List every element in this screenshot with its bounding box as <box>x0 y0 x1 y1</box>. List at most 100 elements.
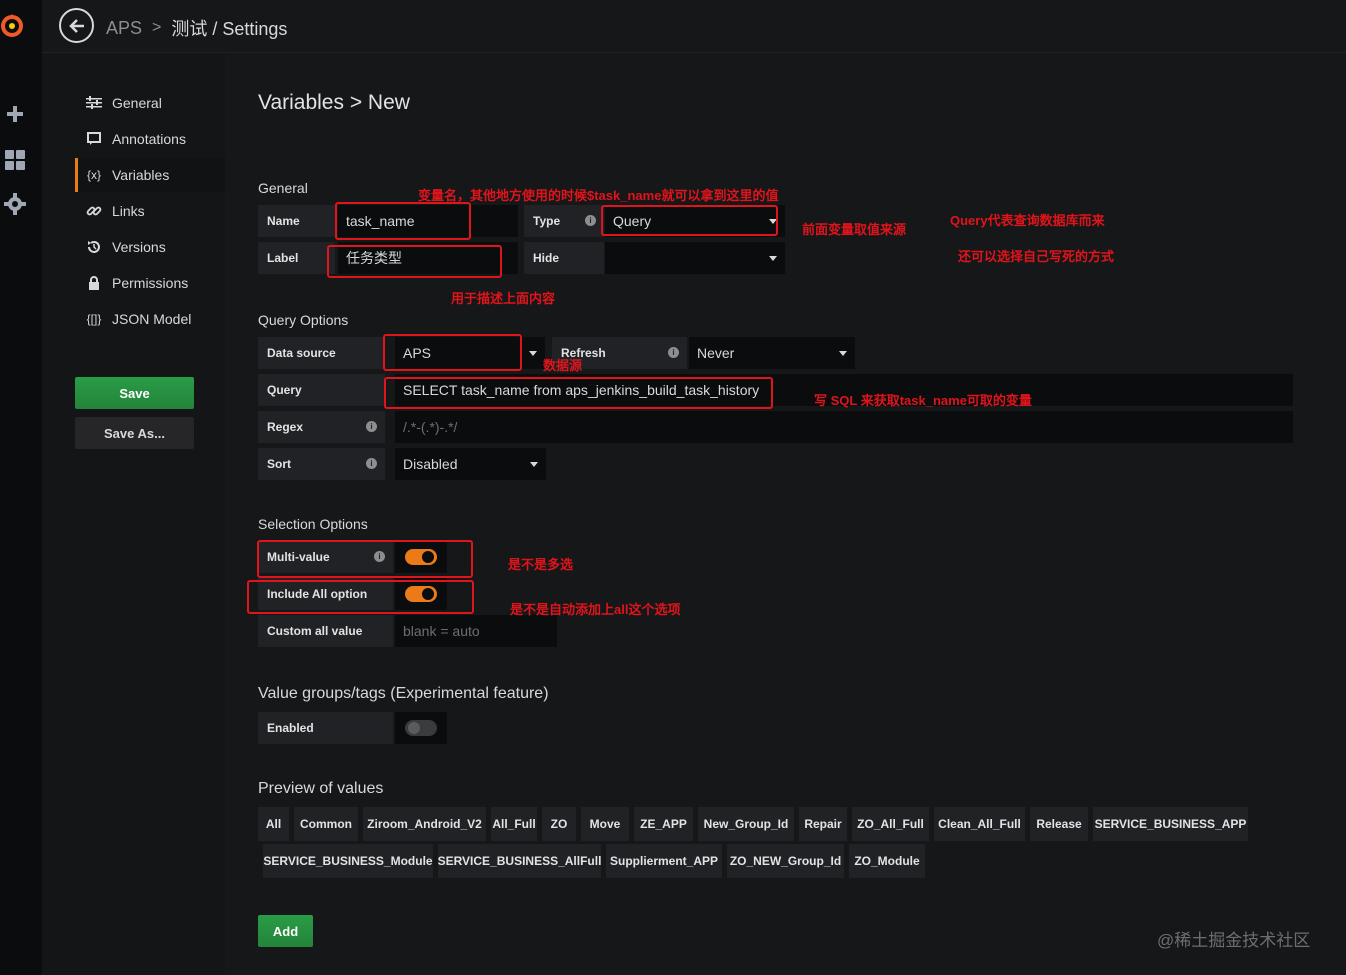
back-button[interactable] <box>59 8 94 43</box>
refresh-select-value: Never <box>697 345 735 361</box>
general-heading: General <box>258 180 308 196</box>
info-icon: i <box>366 421 377 432</box>
sliders-icon <box>86 95 102 111</box>
settings-nav: General Annotations {x} Variables Links … <box>42 53 225 975</box>
save-button[interactable]: Save <box>75 377 194 409</box>
preview-value-tag: Common <box>294 807 358 841</box>
breadcrumb-page: 测试 / Settings <box>171 19 288 39</box>
nav-item-annotations[interactable]: Annotations <box>75 122 225 156</box>
annotation-datasource-note: 数据源 <box>543 358 583 373</box>
nav-item-general[interactable]: General <box>75 86 225 120</box>
nav-item-links[interactable]: Links <box>75 194 225 228</box>
annotation-box-datasource <box>383 334 522 371</box>
json-icon: {[]} <box>86 312 102 326</box>
save-as-button[interactable]: Save As... <box>75 417 194 449</box>
preview-value-tag: Ziroom_Android_V2 <box>363 807 486 841</box>
annotation-name-note: 变量名，其他地方使用的时候$task_name就可以拿到这里的值 <box>418 188 779 203</box>
nav-label-versions: Versions <box>112 239 166 255</box>
annotation-other-note: 还可以选择自己写死的方式 <box>958 249 1115 264</box>
info-icon: i <box>668 347 679 358</box>
regex-input[interactable]: /.*-(.*)-.*/ <box>395 411 1293 443</box>
preview-value-tag: SERVICE_BUSINESS_Module <box>263 844 433 878</box>
custom-all-label: Custom all value <box>258 615 393 647</box>
refresh-select[interactable]: Never <box>689 337 855 369</box>
annotation-box-type <box>601 205 778 236</box>
nav-label-json-model: JSON Model <box>112 311 192 327</box>
annotation-multi-note: 是不是多选 <box>508 557 574 572</box>
preview-value-tag: Repair <box>799 807 847 841</box>
plus-icon[interactable] <box>4 103 26 125</box>
variable-icon: {x} <box>86 168 101 182</box>
query-options-heading: Query Options <box>258 312 349 328</box>
value-groups-heading: Value groups/tags (Experimental feature) <box>258 685 549 702</box>
caret-down-icon <box>769 256 777 261</box>
preview-value-tag: Clean_All_Full <box>934 807 1025 841</box>
preview-value-tag: New_Group_Id <box>698 807 794 841</box>
preview-value-tag: ZO_All_Full <box>852 807 929 841</box>
preview-value-tag: ZO_Module <box>849 844 925 878</box>
enabled-toggle-box <box>395 712 447 744</box>
enabled-toggle[interactable] <box>405 720 437 736</box>
nav-label-variables: Variables <box>112 167 170 183</box>
nav-label-general: General <box>112 95 162 111</box>
link-icon <box>86 203 102 219</box>
hide-label: Hide <box>524 242 604 274</box>
nav-item-json-model[interactable]: {[]} JSON Model <box>75 302 225 336</box>
annotation-box-include-all <box>247 580 474 614</box>
sort-label-text: Sort <box>267 457 291 471</box>
info-icon: i <box>585 215 596 226</box>
name-label: Name <box>258 205 335 237</box>
nav-label-links: Links <box>112 203 145 219</box>
hide-select[interactable] <box>605 242 785 274</box>
caret-down-icon <box>530 462 538 467</box>
enabled-label: Enabled <box>258 712 393 744</box>
toggle-knob <box>408 722 420 734</box>
preview-value-tag: ZE_APP <box>634 807 693 841</box>
breadcrumb-separator: > <box>152 19 162 36</box>
dashboards-icon[interactable] <box>4 149 26 171</box>
caret-down-icon <box>529 351 537 356</box>
watermark: @稀土掘金技术社区 <box>1157 931 1311 950</box>
preview-value-tag: SERVICE_BUSINESS_APP <box>1093 807 1248 841</box>
preview-value-tag: SERVICE_BUSINESS_AllFull <box>438 844 601 878</box>
preview-value-tag: Supplierment_APP <box>606 844 722 878</box>
regex-label: Regex i <box>258 411 385 443</box>
datasource-label: Data source <box>258 337 385 369</box>
regex-label-text: Regex <box>267 420 304 434</box>
breadcrumb-app[interactable]: APS <box>106 18 142 39</box>
nav-label-annotations: Annotations <box>112 131 186 147</box>
preview-value-tag: Release <box>1030 807 1088 841</box>
preview-value-tag: ZO <box>542 807 576 841</box>
annotation-include-all-note: 是不是自动添加上all这个选项 <box>510 602 681 617</box>
arrow-left-icon <box>68 18 84 33</box>
annotation-label-note: 用于描述上面内容 <box>451 291 556 306</box>
nav-item-versions[interactable]: Versions <box>75 230 225 264</box>
custom-all-input[interactable]: blank = auto <box>395 615 557 647</box>
nav-item-variables[interactable]: {x} Variables <box>75 158 225 192</box>
query-label: Query <box>258 374 385 406</box>
annotation-query-type-note: Query代表查询数据库而来 <box>950 213 1105 228</box>
grafana-logo-icon[interactable] <box>0 8 28 44</box>
annotation-sql-note: 写 SQL 来获取task_name可取的变量 <box>814 393 1032 408</box>
nav-item-permissions[interactable]: Permissions <box>75 266 225 300</box>
comment-icon <box>86 131 102 147</box>
add-button[interactable]: Add <box>258 915 313 947</box>
preview-value-tag: All <box>258 807 289 841</box>
info-icon: i <box>366 458 377 469</box>
type-label-text: Type <box>533 214 561 228</box>
caret-down-icon <box>839 351 847 356</box>
type-label: Type i <box>524 205 604 237</box>
preview-heading: Preview of values <box>258 780 384 797</box>
lock-icon <box>86 275 102 291</box>
gear-icon[interactable] <box>4 193 26 215</box>
preview-value-tag: All_Full <box>491 807 537 841</box>
page-title: Variables > New <box>258 91 410 114</box>
side-rail <box>0 0 42 975</box>
annotation-type-note: 前面变量取值来源 <box>802 222 907 237</box>
sort-select[interactable]: Disabled <box>395 448 546 480</box>
main-content: Variables > New General Name task_name T… <box>225 53 1346 975</box>
annotation-box-label <box>327 245 502 278</box>
breadcrumb: APS > 测试 / Settings <box>106 15 287 41</box>
top-bar: APS > 测试 / Settings <box>42 0 1346 53</box>
sort-label: Sort i <box>258 448 385 480</box>
